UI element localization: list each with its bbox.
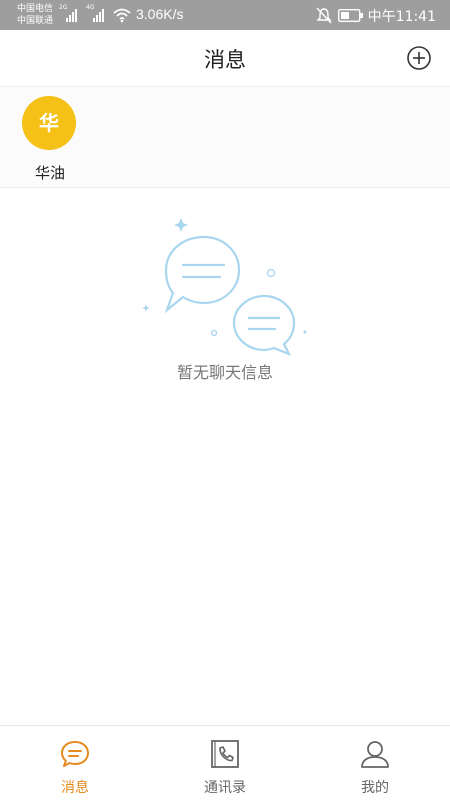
group-strip: 华 华油 — [0, 87, 450, 188]
contacts-icon — [211, 740, 239, 768]
group-name: 华油 — [34, 164, 65, 182]
empty-state: 暂无聊天信息 — [0, 188, 450, 570]
header: 消息 — [0, 30, 450, 87]
user-icon — [361, 741, 389, 768]
messages-screen: 中国电信 中国联通 2G 4G 3.06K/s 中午11:41 消息 华 华油 … — [0, 0, 450, 800]
status-bar: 中国电信 中国联通 2G 4G 3.06K/s 中午11:41 — [0, 0, 450, 30]
nav-label: 消息 — [61, 780, 89, 796]
battery-icon — [338, 9, 363, 22]
chat-icon — [61, 741, 89, 767]
net-speed: 3.06K/s — [136, 6, 184, 22]
group-item-huayou[interactable]: 华 华油 — [20, 96, 80, 186]
chat-bubbles-icon — [142, 218, 307, 357]
add-button[interactable] — [406, 45, 432, 71]
status-time: 中午11:41 — [367, 9, 436, 25]
nav-label: 我的 — [361, 780, 389, 796]
signal-icon — [93, 9, 104, 22]
plus-circle-icon — [407, 46, 431, 70]
signal-icon — [66, 9, 77, 22]
empty-message: 暂无聊天信息 — [176, 363, 273, 382]
mute-bell-icon — [316, 7, 332, 24]
wifi-icon — [113, 8, 131, 23]
group-avatar: 华 — [22, 96, 76, 150]
carrier-2: 中国联通 — [17, 16, 54, 26]
carrier-1: 中国电信 — [17, 4, 54, 14]
bottom-nav: 消息 通讯录 我的 — [0, 725, 450, 800]
nav-messages[interactable]: 消息 — [0, 726, 150, 800]
nav-label: 通讯录 — [204, 780, 246, 796]
carrier-info: 中国电信 中国联通 — [17, 3, 53, 27]
nav-profile[interactable]: 我的 — [300, 726, 450, 800]
nav-contacts[interactable]: 通讯录 — [150, 726, 300, 800]
page-title: 消息 — [204, 48, 246, 72]
